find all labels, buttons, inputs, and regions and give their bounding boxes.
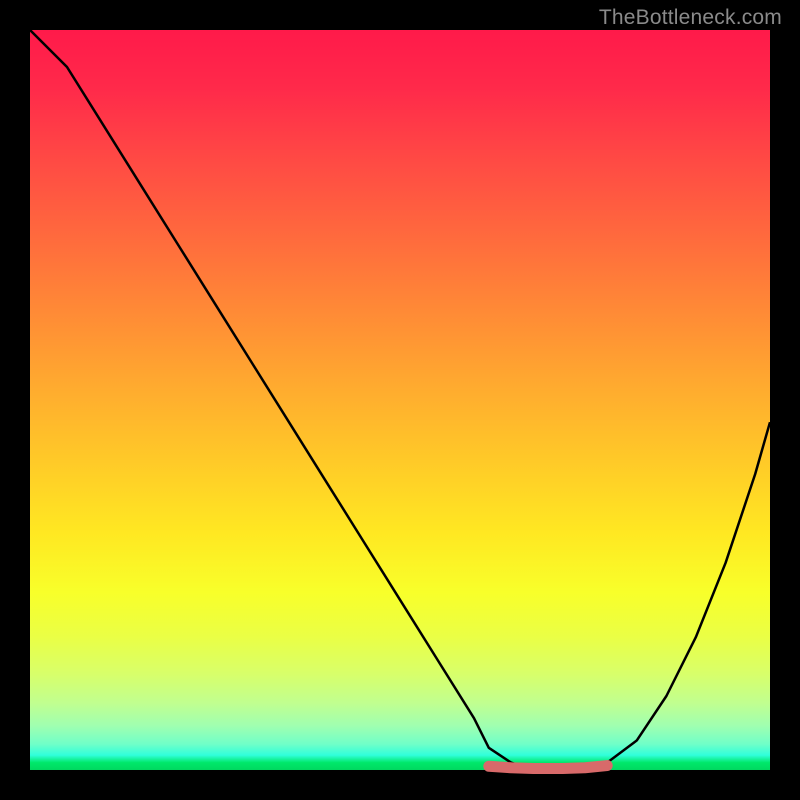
- series-bottleneck-curve: [30, 30, 770, 770]
- watermark-text: TheBottleneck.com: [599, 6, 782, 30]
- chart-container: TheBottleneck.com: [0, 0, 800, 800]
- chart-svg: [30, 30, 770, 770]
- series-group: [30, 30, 770, 770]
- plot-area: [30, 30, 770, 770]
- series-optimal-marker: [489, 766, 607, 769]
